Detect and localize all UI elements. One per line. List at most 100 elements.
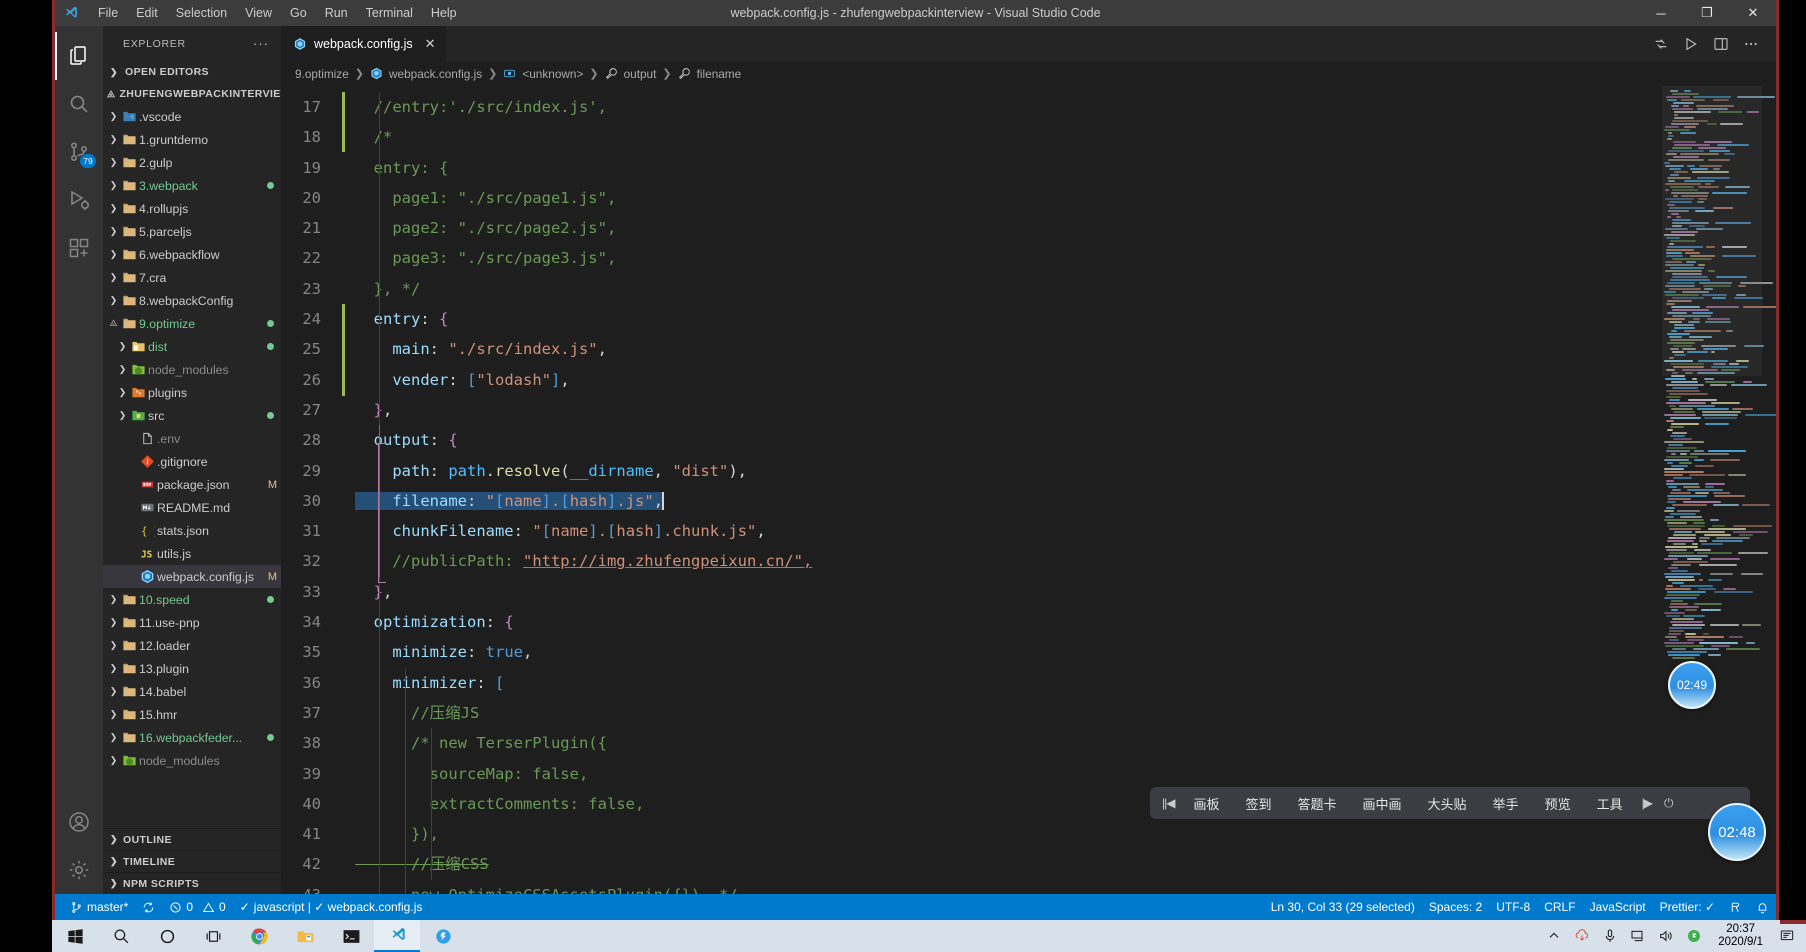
code-line[interactable]: new OptimizeCSSAssetsPlugin({}), */ xyxy=(353,880,1776,894)
breadcrumb-item[interactable]: output xyxy=(624,67,657,81)
sogou-icon[interactable] xyxy=(1681,920,1707,952)
status-prettier[interactable]: Prettier: ✓ xyxy=(1653,894,1722,920)
code-line[interactable]: sourceMap: false, xyxy=(353,759,1776,789)
npm-scripts-section[interactable]: ❯ NPM SCRIPTS xyxy=(103,872,281,894)
code-line[interactable]: main: "./src/index.js", xyxy=(353,334,1776,364)
code-line[interactable]: page3: "./src/page3.js", xyxy=(353,243,1776,273)
code-line[interactable]: filename: "[name].[hash].js", xyxy=(353,486,1776,516)
code-line[interactable]: //压缩CSS xyxy=(353,849,1776,879)
status-checks[interactable]: ✓ javascript | ✓ webpack.config.js xyxy=(233,894,430,920)
status-language-mode[interactable]: JavaScript xyxy=(1583,894,1653,920)
toolbar-item-pip[interactable]: 画中画 xyxy=(1350,794,1415,813)
status-notifications-bell-icon[interactable] xyxy=(1749,894,1776,920)
tree-folder-8-webpackconfig[interactable]: ❯ 8.webpackConfig xyxy=(103,289,281,312)
toolbar-item-preview[interactable]: 预览 xyxy=(1532,794,1584,813)
activity-search-icon[interactable] xyxy=(55,80,103,128)
run-extension-icon[interactable] xyxy=(1646,26,1676,61)
tree-file--env[interactable]: .env xyxy=(103,427,281,450)
activity-run-debug-icon[interactable] xyxy=(55,176,103,224)
activity-source-control-icon[interactable]: 79 xyxy=(55,128,103,176)
menu-item-help[interactable]: Help xyxy=(422,3,466,23)
tree-folder-1-gruntdemo[interactable]: ❯ 1.gruntdemo xyxy=(103,128,281,151)
editor-scrollbar[interactable] xyxy=(1762,86,1776,894)
breadcrumb-item[interactable]: <unknown> xyxy=(522,67,583,81)
code-line[interactable]: optimization: { xyxy=(353,607,1776,637)
volume-icon[interactable] xyxy=(1653,920,1679,952)
close-button[interactable]: ✕ xyxy=(1730,0,1776,26)
code-line[interactable]: path: path.resolve(__dirname, "dist"), xyxy=(353,456,1776,486)
status-branch[interactable]: master* xyxy=(63,894,135,920)
activity-explorer-icon[interactable] xyxy=(55,32,103,80)
tree-folder-15-hmr[interactable]: ❯ 15.hmr xyxy=(103,703,281,726)
code-line[interactable]: }, */ xyxy=(353,274,1776,304)
tree-file-webpack-config-js[interactable]: webpack.config.js M xyxy=(103,565,281,588)
toolbar-item-signin[interactable]: 签到 xyxy=(1232,794,1284,813)
menu-item-terminal[interactable]: Terminal xyxy=(357,3,422,23)
tab-webpack-config[interactable]: webpack.config.js ✕ xyxy=(281,26,446,61)
menu-item-file[interactable]: File xyxy=(89,3,127,23)
terminal-icon[interactable] xyxy=(328,920,374,952)
tree-folder-src[interactable]: ❯ src xyxy=(103,404,281,427)
more-actions-icon[interactable] xyxy=(1736,26,1766,61)
tree-folder-12-loader[interactable]: ❯ 12.loader xyxy=(103,634,281,657)
cloud-sync-icon[interactable] xyxy=(1569,920,1595,952)
toolbar-item-sticker[interactable]: 大头贴 xyxy=(1415,794,1480,813)
status-problems[interactable]: 0 0 xyxy=(162,894,232,920)
tree-file--gitignore[interactable]: .gitignore xyxy=(103,450,281,473)
chrome-icon[interactable] xyxy=(236,920,282,952)
code-line[interactable]: //压缩JS xyxy=(353,698,1776,728)
code-content[interactable]: //entry:'./src/index.js', /* entry: { pa… xyxy=(353,86,1776,894)
cortana-icon[interactable] xyxy=(144,920,190,952)
tree-folder-7-cra[interactable]: ❯ 7.cra xyxy=(103,266,281,289)
code-line[interactable]: /* new TerserPlugin({ xyxy=(353,728,1776,758)
code-line[interactable]: /* xyxy=(353,122,1776,152)
window-controls[interactable]: ─ ❐ ✕ xyxy=(1638,0,1776,26)
split-editor-icon[interactable] xyxy=(1706,26,1736,61)
code-line[interactable]: chunkFilename: "[name].[hash].chunk.js", xyxy=(353,516,1776,546)
menu-item-edit[interactable]: Edit xyxy=(127,3,167,23)
toolbar-item-tools[interactable]: 工具 xyxy=(1584,794,1636,813)
tree-folder-2-gulp[interactable]: ❯ 2.gulp xyxy=(103,151,281,174)
code-line[interactable]: page2: "./src/page2.js", xyxy=(353,213,1776,243)
timeline-section[interactable]: ❯ TIMELINE xyxy=(103,850,281,872)
tree-file-utils-js[interactable]: JS utils.js xyxy=(103,542,281,565)
tree-folder-10-speed[interactable]: ❯ 10.speed xyxy=(103,588,281,611)
timer-badge-lower[interactable]: 02:48 xyxy=(1708,803,1766,861)
status-indentation[interactable]: Spaces: 2 xyxy=(1422,894,1489,920)
minimize-button[interactable]: ─ xyxy=(1638,0,1684,26)
tree-folder-6-webpackflow[interactable]: ❯ 6.webpackflow xyxy=(103,243,281,266)
code-line[interactable]: }), xyxy=(353,819,1776,849)
menu-item-run[interactable]: Run xyxy=(316,3,357,23)
outline-section[interactable]: ❯ OUTLINE xyxy=(103,828,281,850)
notification-icon[interactable] xyxy=(1774,920,1800,952)
code-line[interactable]: output: { xyxy=(353,425,1776,455)
tree-folder-14-babel[interactable]: ❯ 14.babel xyxy=(103,680,281,703)
menu-item-go[interactable]: Go xyxy=(281,3,316,23)
tree-folder-node-modules[interactable]: ❯ node_modules xyxy=(103,358,281,381)
status-eol[interactable]: CRLF xyxy=(1537,894,1582,920)
tree-folder-11-use-pnp[interactable]: ❯ 11.use-pnp xyxy=(103,611,281,634)
tree-folder-node-modules[interactable]: ❯ node_modules xyxy=(103,749,281,772)
taskbar-clock[interactable]: 20:37 2020/9/1 xyxy=(1709,923,1772,949)
classroom-floating-toolbar[interactable]: ||◀ 画板 签到 答题卡 画中画 大头贴 举手 预览 工具 |▶ ⏻ xyxy=(1150,787,1750,819)
network-icon[interactable] xyxy=(1625,920,1651,952)
chevron-up-icon[interactable] xyxy=(1541,920,1567,952)
status-cursor-position[interactable]: Ln 30, Col 33 (29 selected) xyxy=(1264,894,1422,920)
tree-file-stats-json[interactable]: { }stats.json xyxy=(103,519,281,542)
menu-bar[interactable]: File Edit Selection View Go Run Terminal… xyxy=(89,3,466,23)
tree-folder-13-plugin[interactable]: ❯ 13.plugin xyxy=(103,657,281,680)
code-line[interactable]: //entry:'./src/index.js', xyxy=(353,92,1776,122)
editor-app-icon[interactable] xyxy=(420,920,466,952)
breadcrumb-item[interactable]: filename xyxy=(697,67,742,81)
activity-extensions-icon[interactable] xyxy=(55,224,103,272)
toolbar-item-raise-hand[interactable]: 举手 xyxy=(1480,794,1532,813)
activity-settings-gear-icon[interactable] xyxy=(55,846,103,894)
menu-item-view[interactable]: View xyxy=(236,3,281,23)
root-folder-section[interactable]: ⨻ ZHUFENGWEBPACKINTERVIEW xyxy=(103,83,281,105)
code-line[interactable]: //publicPath: "http://img.zhufengpeixun.… xyxy=(353,546,1776,576)
explorer-more-actions-icon[interactable]: ··· xyxy=(253,36,269,51)
breadcrumb[interactable]: 9.optimize ❯ webpack.config.js ❯ <unknown> ❯ o… xyxy=(281,61,1776,86)
toolbar-item-whiteboard[interactable]: 画板 xyxy=(1180,794,1232,813)
microphone-icon[interactable] xyxy=(1597,920,1623,952)
task-view-icon[interactable] xyxy=(190,920,236,952)
